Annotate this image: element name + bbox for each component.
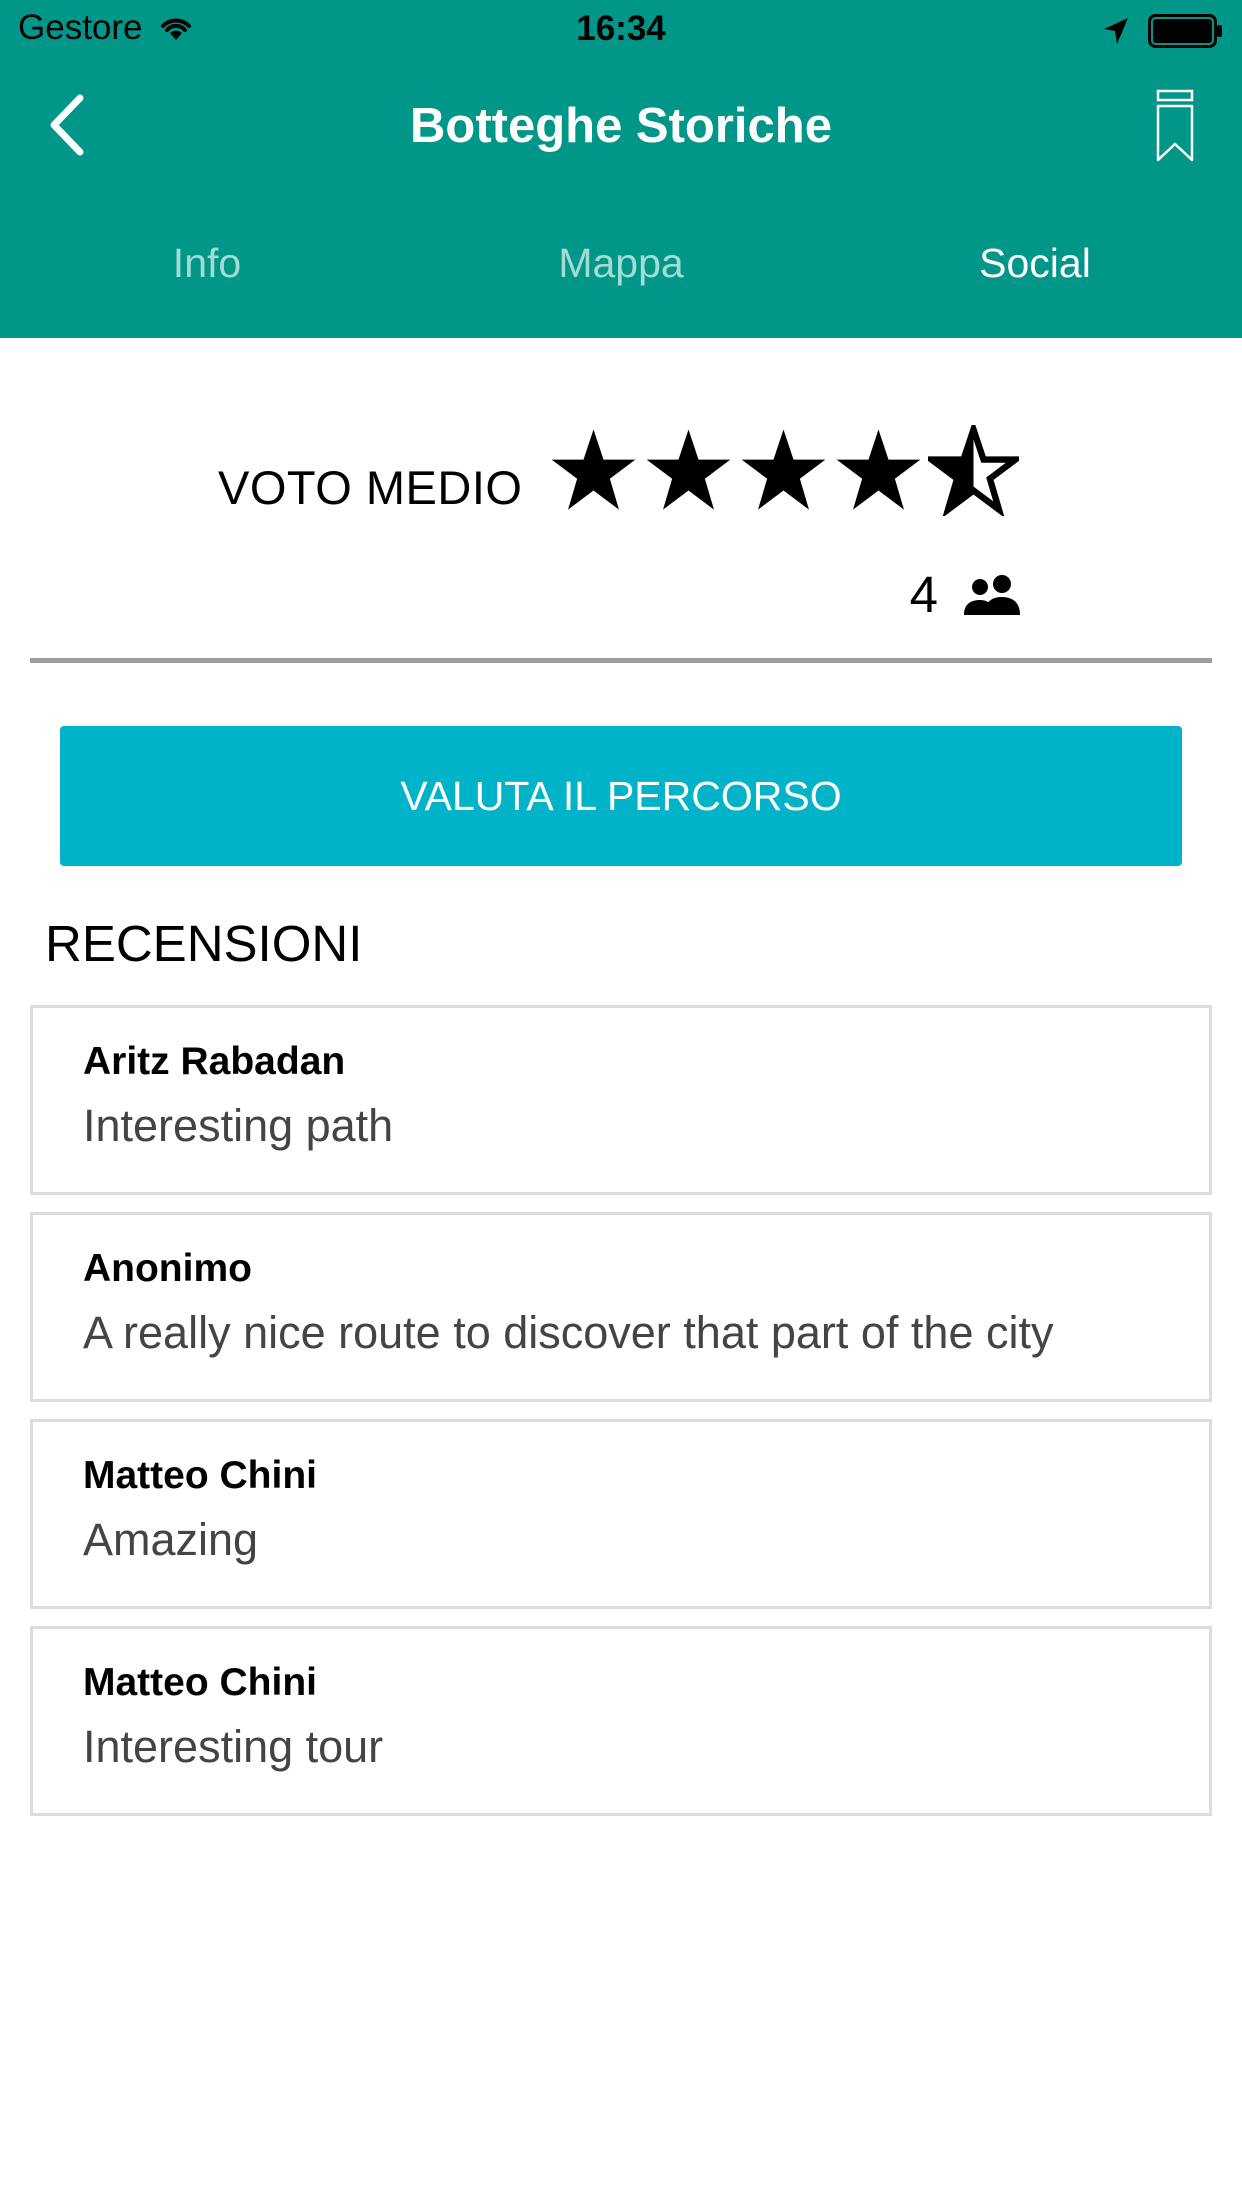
reviews-list: Aritz Rabadan Interesting path Anonimo A… [30,1005,1212,1833]
tab-social[interactable]: Social [828,210,1242,328]
review-text: Interesting tour [83,1721,384,1772]
location-arrow-icon [1104,18,1128,44]
tab-bar: Info Mappa Social [0,210,1242,328]
star-icon [551,429,636,510]
review-card[interactable]: Anonimo A really nice route to discover … [30,1212,1212,1402]
half-star-icon [928,425,1019,516]
rating-count-row: 4 [910,565,1022,624]
tab-mappa[interactable]: Mappa [414,210,828,328]
status-bar: Gestore 16:34 [0,0,1242,60]
bookmark-button[interactable] [1150,88,1200,164]
reviews-title: RECENSIONI [45,915,363,972]
review-card[interactable]: Matteo Chini Interesting tour [30,1626,1212,1816]
page-title: Botteghe Storiche [410,99,832,153]
nav-bar: Botteghe Storiche [0,60,1242,190]
rating-count: 4 [909,566,938,623]
star-icon [646,429,731,510]
app-header: Gestore 16:34 Botteghe Storiche Info Map… [0,0,1242,338]
review-card[interactable]: Matteo Chini Amazing [30,1419,1212,1609]
review-author: Matteo Chini [83,1454,317,1497]
review-text: Interesting path [83,1100,394,1151]
tab-info[interactable]: Info [0,210,414,328]
status-right [1102,14,1224,48]
review-text: A really nice route to discover that par… [83,1307,1054,1358]
bookmark-icon [1156,89,1194,162]
star-icon [836,429,921,510]
review-author: Matteo Chini [83,1661,317,1704]
review-text: Amazing [83,1514,259,1565]
status-time: 16:34 [576,9,666,48]
rating-summary: VOTO MEDIO [0,425,1242,535]
review-author: Aritz Rabadan [83,1040,346,1083]
review-author: Anonimo [83,1247,252,1290]
review-card[interactable]: Aritz Rabadan Interesting path [30,1005,1212,1195]
divider [30,658,1212,663]
star-icon [741,429,826,510]
rate-route-button[interactable]: VALUTA IL PERCORSO [60,726,1182,866]
users-icon [964,574,1020,615]
star-rating [548,425,1019,516]
rating-label: VOTO MEDIO [218,461,523,514]
battery-icon [1148,14,1222,48]
